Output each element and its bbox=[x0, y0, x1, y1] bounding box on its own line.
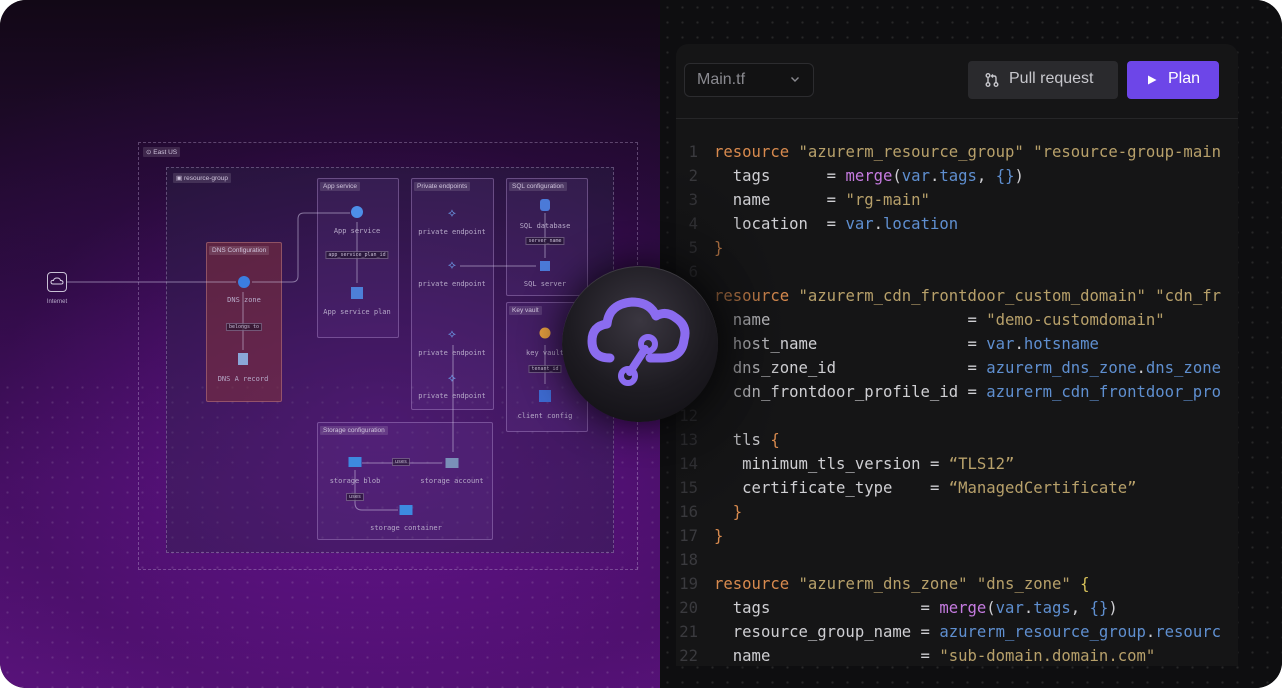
storage-container-icon bbox=[399, 505, 413, 515]
app-service-label: App service bbox=[333, 227, 381, 235]
line-number: 3 bbox=[688, 191, 698, 209]
private-endpoint-icon: ⟡ bbox=[448, 205, 456, 220]
line-number: 18 bbox=[679, 551, 698, 569]
chevron-down-icon bbox=[789, 72, 801, 90]
private-endpoint-label: private endpoint bbox=[418, 280, 486, 288]
line-text: tls { bbox=[714, 431, 780, 449]
plan-pill: app_service_plan_id bbox=[325, 251, 389, 259]
server-name-pill: server_name bbox=[525, 237, 565, 245]
storage-container-label: storage container bbox=[370, 524, 442, 532]
file-select[interactable]: Main.tf bbox=[684, 63, 814, 97]
internet-label: Internet bbox=[46, 299, 68, 305]
line-number: 2 bbox=[688, 167, 698, 185]
dns-record-label: DNS A record bbox=[217, 375, 269, 383]
line-text: cdn_frontdoor_profile_id = azurerm_cdn_f… bbox=[714, 383, 1221, 401]
line-text: name = "rg-main" bbox=[714, 191, 930, 209]
line-text: } bbox=[714, 527, 724, 545]
line-text: resource "azurerm_resource_group" "resou… bbox=[714, 143, 1221, 161]
key-vault-label: key vault bbox=[526, 349, 564, 357]
sql-server-label: SQL server bbox=[523, 280, 567, 288]
git-pull-request-icon bbox=[985, 73, 999, 87]
dns-record-icon bbox=[238, 353, 248, 365]
private-endpoint-icon: ⟡ bbox=[448, 257, 456, 272]
editor-toolbar: Main.tf Pull request Plan bbox=[676, 44, 1238, 119]
pull-request-button[interactable]: Pull request bbox=[968, 61, 1118, 99]
line-text: resource_group_name = azurerm_resource_g… bbox=[714, 623, 1221, 641]
line-number: 13 bbox=[679, 431, 698, 449]
app-frame: ⊙ East US ▣ resource-group DNS Configura… bbox=[0, 0, 1282, 688]
line-number: 15 bbox=[679, 479, 698, 497]
line-number: 21 bbox=[679, 623, 698, 641]
internet-icon bbox=[47, 272, 67, 292]
dns-zone-label: DNS zone bbox=[227, 296, 261, 304]
line-text: resource "azurerm_dns_zone" "dns_zone" { bbox=[714, 575, 1090, 593]
cloud-logo-icon bbox=[562, 266, 718, 422]
sql-server-icon bbox=[540, 261, 550, 271]
diagram-connectors bbox=[67, 212, 546, 511]
line-number: 22 bbox=[679, 647, 698, 665]
line-number: 16 bbox=[679, 503, 698, 521]
storage-blob-icon bbox=[348, 457, 362, 467]
line-text: name = "demo-customdomain" bbox=[714, 311, 1165, 329]
app-service-plan-icon bbox=[351, 287, 363, 299]
play-icon bbox=[1148, 75, 1157, 85]
code-editor-panel: Main.tf Pull request Plan 1 resource "azu… bbox=[676, 44, 1238, 666]
line-text: location = var.location bbox=[714, 215, 959, 233]
private-endpoint-label: private endpoint bbox=[418, 349, 486, 357]
line-text: host_name = var.hotsname bbox=[714, 335, 1099, 353]
tenant-id-pill: tenant_id bbox=[528, 365, 562, 373]
dns-zone-icon bbox=[238, 276, 250, 288]
belongs-to-pill: belongs to bbox=[225, 323, 263, 331]
line-text: minimum_tls_version = “TLS12” bbox=[714, 455, 1015, 473]
uses-pill: uses bbox=[391, 458, 411, 466]
line-text: resource "azurerm_cdn_frontdoor_custom_d… bbox=[714, 287, 1221, 305]
pull-request-label: Pull request bbox=[1009, 70, 1094, 87]
line-number: 4 bbox=[688, 215, 698, 233]
line-text: dns_zone_id = azurerm_dns_zone.dns_zone bbox=[714, 359, 1221, 377]
diagram-panel: ⊙ East US ▣ resource-group DNS Configura… bbox=[0, 0, 660, 688]
storage-account-icon bbox=[445, 458, 459, 468]
file-name: Main.tf bbox=[697, 71, 746, 88]
uses-pill: uses bbox=[345, 493, 365, 501]
app-service-icon bbox=[351, 206, 363, 218]
line-text: tags = merge(var.tags, {}) bbox=[714, 599, 1118, 617]
key-vault-icon bbox=[539, 327, 551, 339]
sql-database-icon bbox=[540, 199, 550, 211]
line-number: 14 bbox=[679, 455, 698, 473]
line-text: name = "sub-domain.domain.com" bbox=[714, 647, 1156, 665]
app-service-plan-label: App service plan bbox=[323, 308, 391, 316]
storage-account-label: storage account bbox=[420, 477, 484, 485]
line-number: 20 bbox=[679, 599, 698, 617]
storage-blob-label: storage blob bbox=[329, 477, 381, 485]
line-number: 5 bbox=[688, 239, 698, 257]
line-text: certificate_type = “ManagedCertificate” bbox=[714, 479, 1137, 497]
line-number: 17 bbox=[679, 527, 698, 545]
line-number: 1 bbox=[688, 143, 698, 161]
private-endpoint-label: private endpoint bbox=[418, 392, 486, 400]
line-number: 19 bbox=[679, 575, 698, 593]
private-endpoint-label: private endpoint bbox=[418, 228, 486, 236]
private-endpoint-icon: ⟡ bbox=[448, 326, 456, 341]
plan-button[interactable]: Plan bbox=[1127, 61, 1219, 99]
sql-database-label: SQL database bbox=[519, 222, 571, 230]
line-text: tags = merge(var.tags, {}) bbox=[714, 167, 1024, 185]
line-text: } bbox=[714, 239, 724, 257]
private-endpoint-icon: ⟡ bbox=[448, 370, 456, 385]
line-text: } bbox=[714, 503, 743, 521]
plan-label: Plan bbox=[1168, 70, 1201, 87]
client-config-icon bbox=[539, 390, 551, 402]
